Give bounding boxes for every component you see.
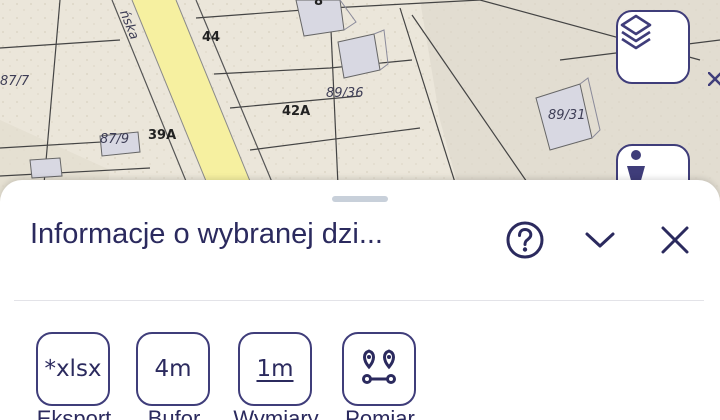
measure-button[interactable] (342, 332, 416, 406)
parcel-info-sheet: Informacje o wybranej dzi... *xlsx 4m 1m… (0, 180, 720, 420)
help-button[interactable] (503, 220, 547, 264)
drag-handle[interactable] (332, 196, 388, 202)
layers-button[interactable] (616, 10, 690, 84)
buffer-button[interactable]: 4m (136, 332, 210, 406)
dimensions-button[interactable]: 1m (238, 332, 312, 406)
sheet-title: Informacje o wybranej dzi... (30, 218, 383, 250)
dimensions-text: 1m (256, 356, 294, 382)
header-divider (14, 300, 704, 301)
parcel-label-44: 44 (202, 30, 221, 45)
buffer-label: Bufor (147, 406, 201, 420)
close-button[interactable] (653, 220, 697, 264)
parcel-label-89-36: 89/36 (326, 86, 364, 101)
parcel-label-87-7: 87/7 (0, 74, 30, 89)
help-circle-icon (505, 220, 545, 264)
parcel-label-42a: 42A (282, 104, 311, 119)
measure-pins-icon (357, 345, 401, 393)
parcel-label-87-9: 87/9 (100, 132, 130, 147)
export-xlsx-button[interactable]: *xlsx (36, 332, 110, 406)
chevron-down-icon (583, 230, 617, 254)
dimensions-label: Wymiary (233, 406, 319, 420)
buffer-text: 4m (154, 356, 192, 382)
more-icon (708, 72, 720, 86)
close-icon (660, 225, 690, 259)
building-label-8: 8 (314, 0, 324, 9)
building-label-39a: 39A (148, 128, 177, 143)
export-label: Eksport (36, 406, 112, 420)
collapse-button[interactable] (578, 220, 622, 264)
parcel-label-89-31: 89/31 (548, 108, 586, 123)
export-xlsx-text: *xlsx (44, 356, 102, 382)
measure-label: Pomiar (345, 406, 415, 420)
